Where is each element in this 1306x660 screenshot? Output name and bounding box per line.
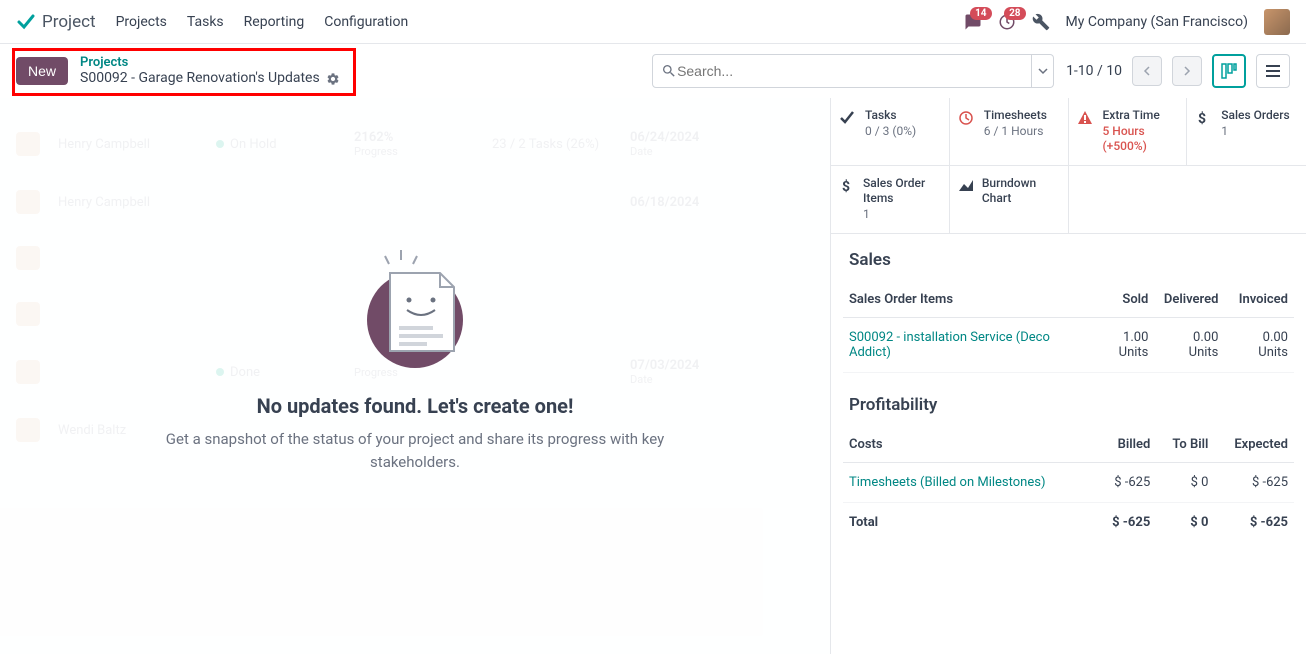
- view-kanban[interactable]: [1212, 54, 1246, 88]
- control-row: New Projects S00092 - Garage Renovation'…: [0, 44, 1306, 98]
- sales-heading: Sales: [831, 234, 1306, 282]
- view-list[interactable]: [1256, 54, 1290, 88]
- navbar: Project Projects Tasks Reporting Configu…: [0, 0, 1306, 44]
- activities-icon[interactable]: 28: [998, 13, 1016, 31]
- app-name: Project: [42, 12, 96, 32]
- user-avatar[interactable]: [1264, 9, 1290, 35]
- empty-state: No updates found. Let's create one! Get …: [135, 238, 695, 473]
- nav-projects[interactable]: Projects: [116, 14, 167, 30]
- nav-tasks[interactable]: Tasks: [187, 14, 224, 30]
- nav-configuration[interactable]: Configuration: [324, 14, 408, 30]
- stat-sales-orders[interactable]: $ Sales Orders1: [1187, 98, 1306, 166]
- profitability-table: Costs Billed To Bill Expected Timesheets…: [843, 427, 1294, 542]
- dollar-icon: $: [1195, 110, 1213, 126]
- messages-icon[interactable]: 14: [964, 13, 982, 31]
- empty-state-icon: [345, 238, 485, 378]
- svg-text:$: $: [1198, 110, 1206, 126]
- sales-row: S00092 - installation Service (Deco Addi…: [843, 317, 1294, 372]
- total-row: Total $ -625 $ 0 $ -625: [843, 502, 1294, 542]
- breadcrumb: Projects S00092 - Garage Renovation's Up…: [80, 55, 340, 87]
- activities-badge: 28: [1004, 7, 1025, 20]
- profitability-heading: Profitability: [831, 379, 1306, 427]
- clock-icon: [958, 110, 976, 126]
- check-icon: [839, 110, 857, 126]
- search-input[interactable]: [677, 63, 1023, 79]
- empty-title: No updates found. Let's create one!: [135, 394, 695, 418]
- search-icon: [661, 63, 677, 79]
- warning-icon: [1077, 110, 1095, 126]
- pager-range[interactable]: 1-10 / 10: [1066, 63, 1122, 79]
- pager-prev[interactable]: [1132, 56, 1162, 86]
- messages-badge: 14: [970, 7, 991, 20]
- stat-so-items[interactable]: $ Sales Order Items1: [831, 166, 950, 233]
- new-button[interactable]: New: [16, 57, 68, 85]
- tools-icon[interactable]: [1032, 13, 1050, 31]
- side-panel: Tasks0 / 3 (0%) Timesheets6 / 1 Hours Ex…: [830, 98, 1306, 654]
- sales-table: Sales Order Items Sold Delivered Invoice…: [843, 282, 1294, 373]
- cost-link[interactable]: Timesheets (Billed on Milestones): [843, 462, 1096, 502]
- stat-tasks[interactable]: Tasks0 / 3 (0%): [831, 98, 950, 166]
- breadcrumb-parent[interactable]: Projects: [80, 55, 340, 71]
- stat-burndown[interactable]: Burndown Chart: [950, 166, 1069, 233]
- cost-row: Timesheets (Billed on Milestones) $ -625…: [843, 462, 1294, 502]
- pager-next[interactable]: [1172, 56, 1202, 86]
- app-logo[interactable]: Project: [16, 12, 96, 32]
- gear-icon[interactable]: [326, 72, 340, 86]
- stat-timesheets[interactable]: Timesheets6 / 1 Hours: [950, 98, 1069, 166]
- sales-item-link[interactable]: S00092 - installation Service (Deco Addi…: [843, 317, 1086, 372]
- stat-extra-time[interactable]: Extra Time5 Hours(+500%): [1069, 98, 1188, 166]
- company-selector[interactable]: My Company (San Francisco): [1066, 14, 1248, 30]
- breadcrumb-title: S00092 - Garage Renovation's Updates: [80, 70, 320, 87]
- dollar-icon: $: [839, 178, 855, 194]
- chart-icon: [958, 178, 974, 194]
- search-box[interactable]: [652, 54, 1032, 88]
- empty-subtitle: Get a snapshot of the status of your pro…: [135, 428, 695, 473]
- nav-reporting[interactable]: Reporting: [244, 14, 305, 30]
- svg-text:$: $: [842, 178, 850, 194]
- search-dropdown[interactable]: [1032, 54, 1054, 88]
- updates-list-pane: Henry CampbellOn Hold2162%Progress23 / 2…: [0, 98, 830, 654]
